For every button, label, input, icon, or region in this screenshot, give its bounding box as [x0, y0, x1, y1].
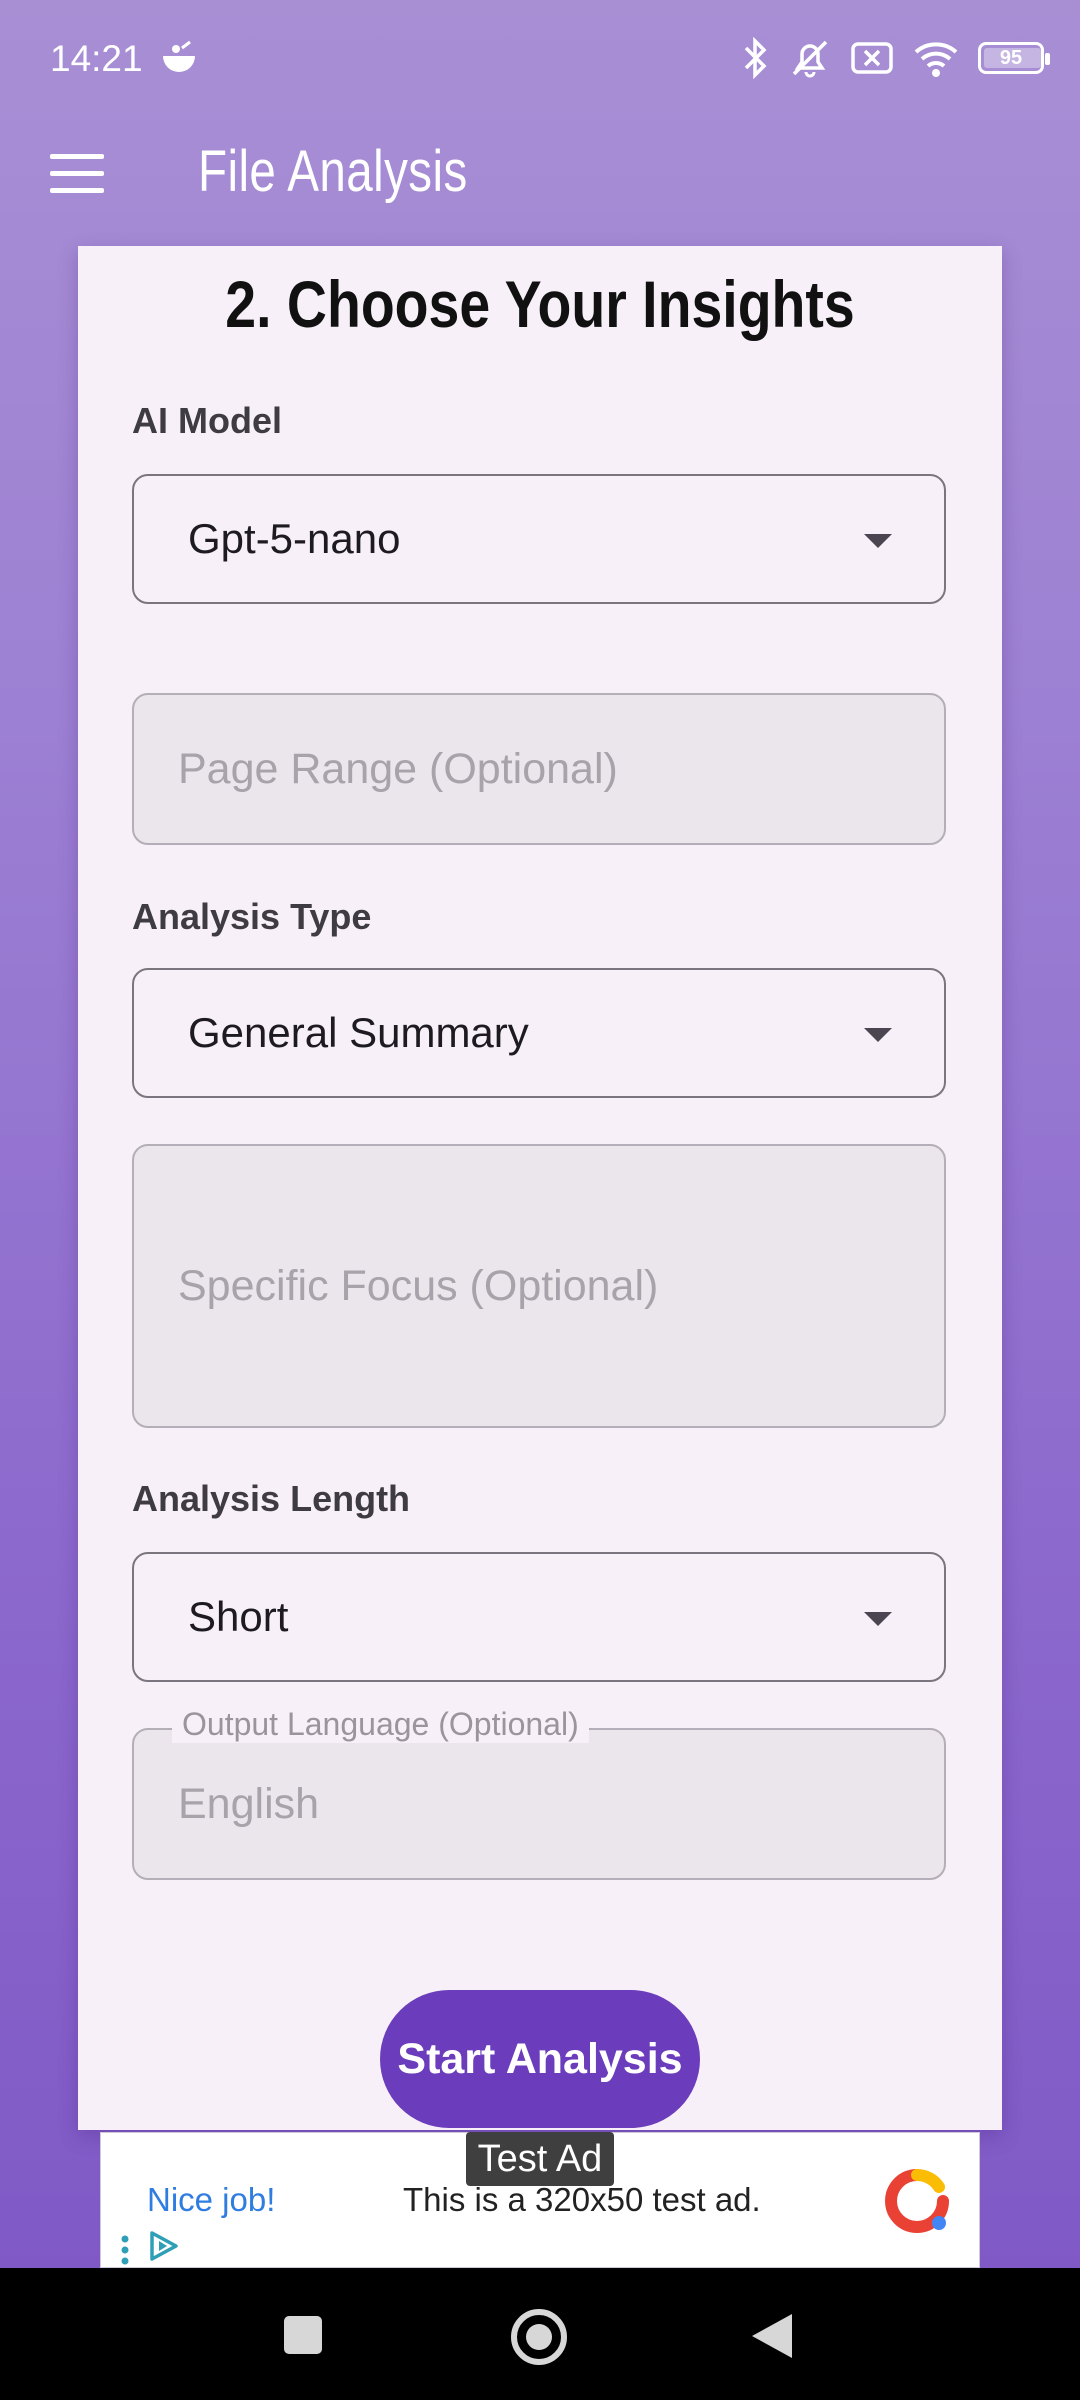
analysis-length-dropdown[interactable]: Short — [132, 1552, 946, 1682]
section-heading: 2. Choose Your Insights — [225, 267, 855, 341]
ad-logo-icon — [885, 2168, 949, 2233]
battery-level: 95 — [999, 46, 1023, 69]
bluetooth-icon — [744, 36, 767, 80]
ad-body: This is a 320x50 test ad. — [403, 2181, 761, 2218]
notification-bowl-icon — [163, 40, 195, 72]
page-range-placeholder: Page Range (Optional) — [178, 744, 618, 793]
analysis-type-value: General Summary — [188, 1009, 529, 1056]
app-title: File Analysis — [198, 139, 468, 204]
hamburger-menu-icon[interactable] — [50, 154, 104, 202]
wifi-icon — [914, 42, 958, 77]
specific-focus-placeholder: Specific Focus (Optional) — [178, 1261, 659, 1310]
output-language-label: Output Language (Optional) — [172, 1706, 589, 1743]
status-icons: 95 — [740, 36, 1050, 80]
test-ad-tag: Test Ad — [466, 2132, 614, 2186]
start-analysis-button[interactable]: Start Analysis — [380, 1990, 700, 2128]
status-bar: 14:21 95 — [0, 0, 1080, 122]
dropdown-arrow-icon — [864, 534, 892, 548]
app-bar: File Analysis — [0, 122, 1080, 246]
specific-focus-input[interactable]: Specific Focus (Optional) — [132, 1144, 946, 1428]
ad-options-icon[interactable] — [121, 2235, 129, 2265]
insights-card: 2. Choose Your Insights AI Model Gpt-5-n… — [78, 246, 1002, 2130]
analysis-length-value: Short — [188, 1593, 289, 1640]
adchoices-icon[interactable] — [147, 2229, 181, 2263]
ad-headline: Nice job! — [147, 2181, 276, 2218]
ai-model-value: Gpt-5-nano — [188, 515, 401, 562]
analysis-type-dropdown[interactable]: General Summary — [132, 968, 946, 1098]
battery-icon: 95 — [978, 42, 1050, 74]
analysis-type-label: Analysis Type — [132, 896, 372, 937]
analysis-length-label: Analysis Length — [132, 1478, 411, 1519]
status-time: 14:21 — [50, 38, 143, 79]
dropdown-arrow-icon — [864, 1612, 892, 1626]
ai-model-dropdown[interactable]: Gpt-5-nano — [132, 474, 946, 604]
page-range-input[interactable]: Page Range (Optional) — [132, 693, 946, 845]
sim-disabled-icon — [851, 42, 893, 74]
home-icon[interactable] — [511, 2309, 567, 2365]
ai-model-label: AI Model — [132, 400, 282, 441]
dropdown-arrow-icon — [864, 1028, 892, 1042]
output-language-input[interactable]: Output Language (Optional) English — [132, 1706, 946, 1880]
mute-icon — [792, 40, 828, 78]
back-icon[interactable] — [752, 2314, 792, 2358]
navigation-bar — [0, 2268, 1080, 2400]
output-language-value: English — [178, 1779, 320, 1828]
recents-icon[interactable] — [284, 2316, 322, 2354]
